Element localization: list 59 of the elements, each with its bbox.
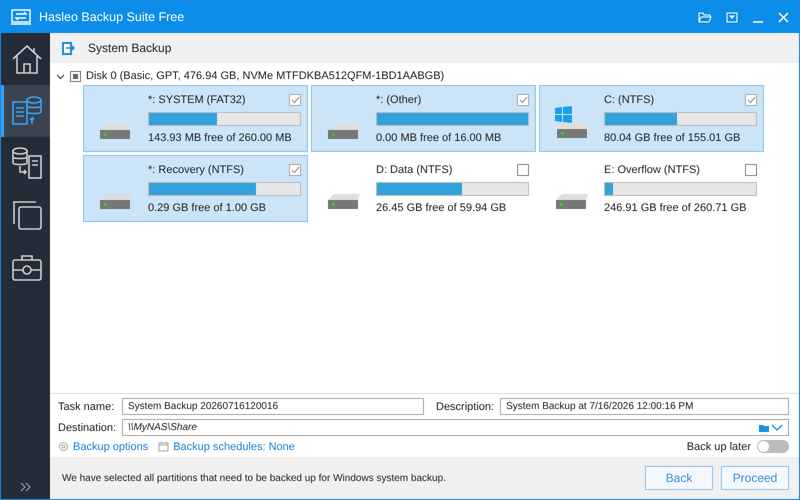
partition-name: *: SYSTEM (FAT32) — [148, 94, 246, 106]
home-icon[interactable] — [10, 42, 44, 76]
partition-space: 80.04 GB free of 155.01 GB — [604, 132, 742, 144]
partition-card[interactable]: C: (NTFS) 80.04 GB free of 155.01 GB — [539, 85, 764, 152]
gear-icon — [58, 441, 69, 452]
calendar-icon — [158, 441, 170, 452]
destination-field[interactable]: \\MyNAS\Share — [122, 419, 789, 436]
description-field[interactable]: System Backup at 7/16/2026 12:00:16 PM — [500, 398, 789, 415]
checkbox[interactable] — [70, 70, 81, 82]
toggle-switch[interactable] — [757, 440, 789, 453]
restore-icon[interactable] — [10, 146, 44, 180]
partition-card[interactable]: E: Overflow (NTFS) 246.91 GB free of 260.71 GB — [539, 155, 764, 222]
inbox-icon[interactable] — [726, 12, 738, 22]
partition-name: D: Data (NTFS) — [376, 164, 452, 176]
partition-name: *: (Other) — [376, 94, 422, 106]
system-drive-icon — [555, 106, 589, 138]
partition-card[interactable]: *: (Other) 0.00 MB free of 16.00 MB — [311, 85, 536, 152]
folder-icon[interactable] — [698, 12, 712, 22]
partition-card[interactable]: D: Data (NTFS) 26.45 GB free of 59.94 GB — [311, 155, 536, 222]
status-message: We have selected all partitions that need to be backed up for Windows system backup. — [62, 472, 447, 484]
drive-icon — [100, 124, 132, 138]
export-icon — [62, 42, 76, 54]
page-title: System Backup — [88, 41, 172, 55]
folder-dropdown-icon[interactable] — [759, 422, 783, 432]
checkbox[interactable] — [745, 164, 757, 176]
app-logo-icon — [11, 9, 31, 25]
partition-name: *: Recovery (NTFS) — [148, 164, 244, 176]
drive-icon — [328, 124, 360, 138]
drive-icon — [100, 194, 132, 208]
checkbox[interactable] — [517, 94, 529, 106]
partition-space: 246.91 GB free of 260.71 GB — [604, 202, 748, 214]
disk-label: Disk 0 (Basic, GPT, 476.94 GB, NVMe MTFDKBA512QFM-1BD1AABGB) — [86, 70, 444, 82]
partition-card[interactable]: *: Recovery (NTFS) 0.29 GB free of 1.00 GB — [83, 155, 308, 222]
checkbox[interactable] — [745, 94, 757, 106]
backup-schedules-link[interactable]: Backup schedules: None — [158, 440, 295, 452]
backup-options-link[interactable]: Backup options — [58, 440, 148, 452]
checkbox[interactable] — [517, 164, 529, 176]
partition-card[interactable]: *: SYSTEM (FAT32) 143.93 MB free of 260.00 MB — [83, 85, 308, 152]
field-label: Task name: — [58, 400, 116, 412]
drive-icon — [556, 194, 588, 208]
checkbox[interactable] — [289, 164, 301, 176]
partition-name: E: Overflow (NTFS) — [604, 164, 700, 176]
backup-icon[interactable] — [10, 94, 44, 128]
partition-space: 26.45 GB free of 59.94 GB — [376, 202, 508, 214]
partition-name: C: (NTFS) — [604, 94, 654, 106]
drive-icon — [328, 194, 360, 208]
window-title: Hasleo Backup Suite Free — [39, 10, 186, 24]
partition-space: 143.93 MB free of 260.00 MB — [148, 132, 293, 144]
clone-icon[interactable] — [10, 198, 44, 232]
caret-icon[interactable] — [56, 72, 65, 80]
close-icon[interactable] — [778, 12, 789, 22]
partition-space: 0.00 MB free of 16.00 MB — [376, 132, 502, 144]
field-label: Description: — [436, 400, 494, 412]
checkbox[interactable] — [289, 94, 301, 106]
field-label: Destination: — [58, 422, 116, 434]
back-up-later-label: Back up later — [686, 440, 751, 452]
task-name-field[interactable]: System Backup 20260716120016 — [122, 398, 424, 415]
expand-icon[interactable] — [20, 482, 32, 492]
partition-space: 0.29 GB free of 1.00 GB — [148, 202, 268, 214]
